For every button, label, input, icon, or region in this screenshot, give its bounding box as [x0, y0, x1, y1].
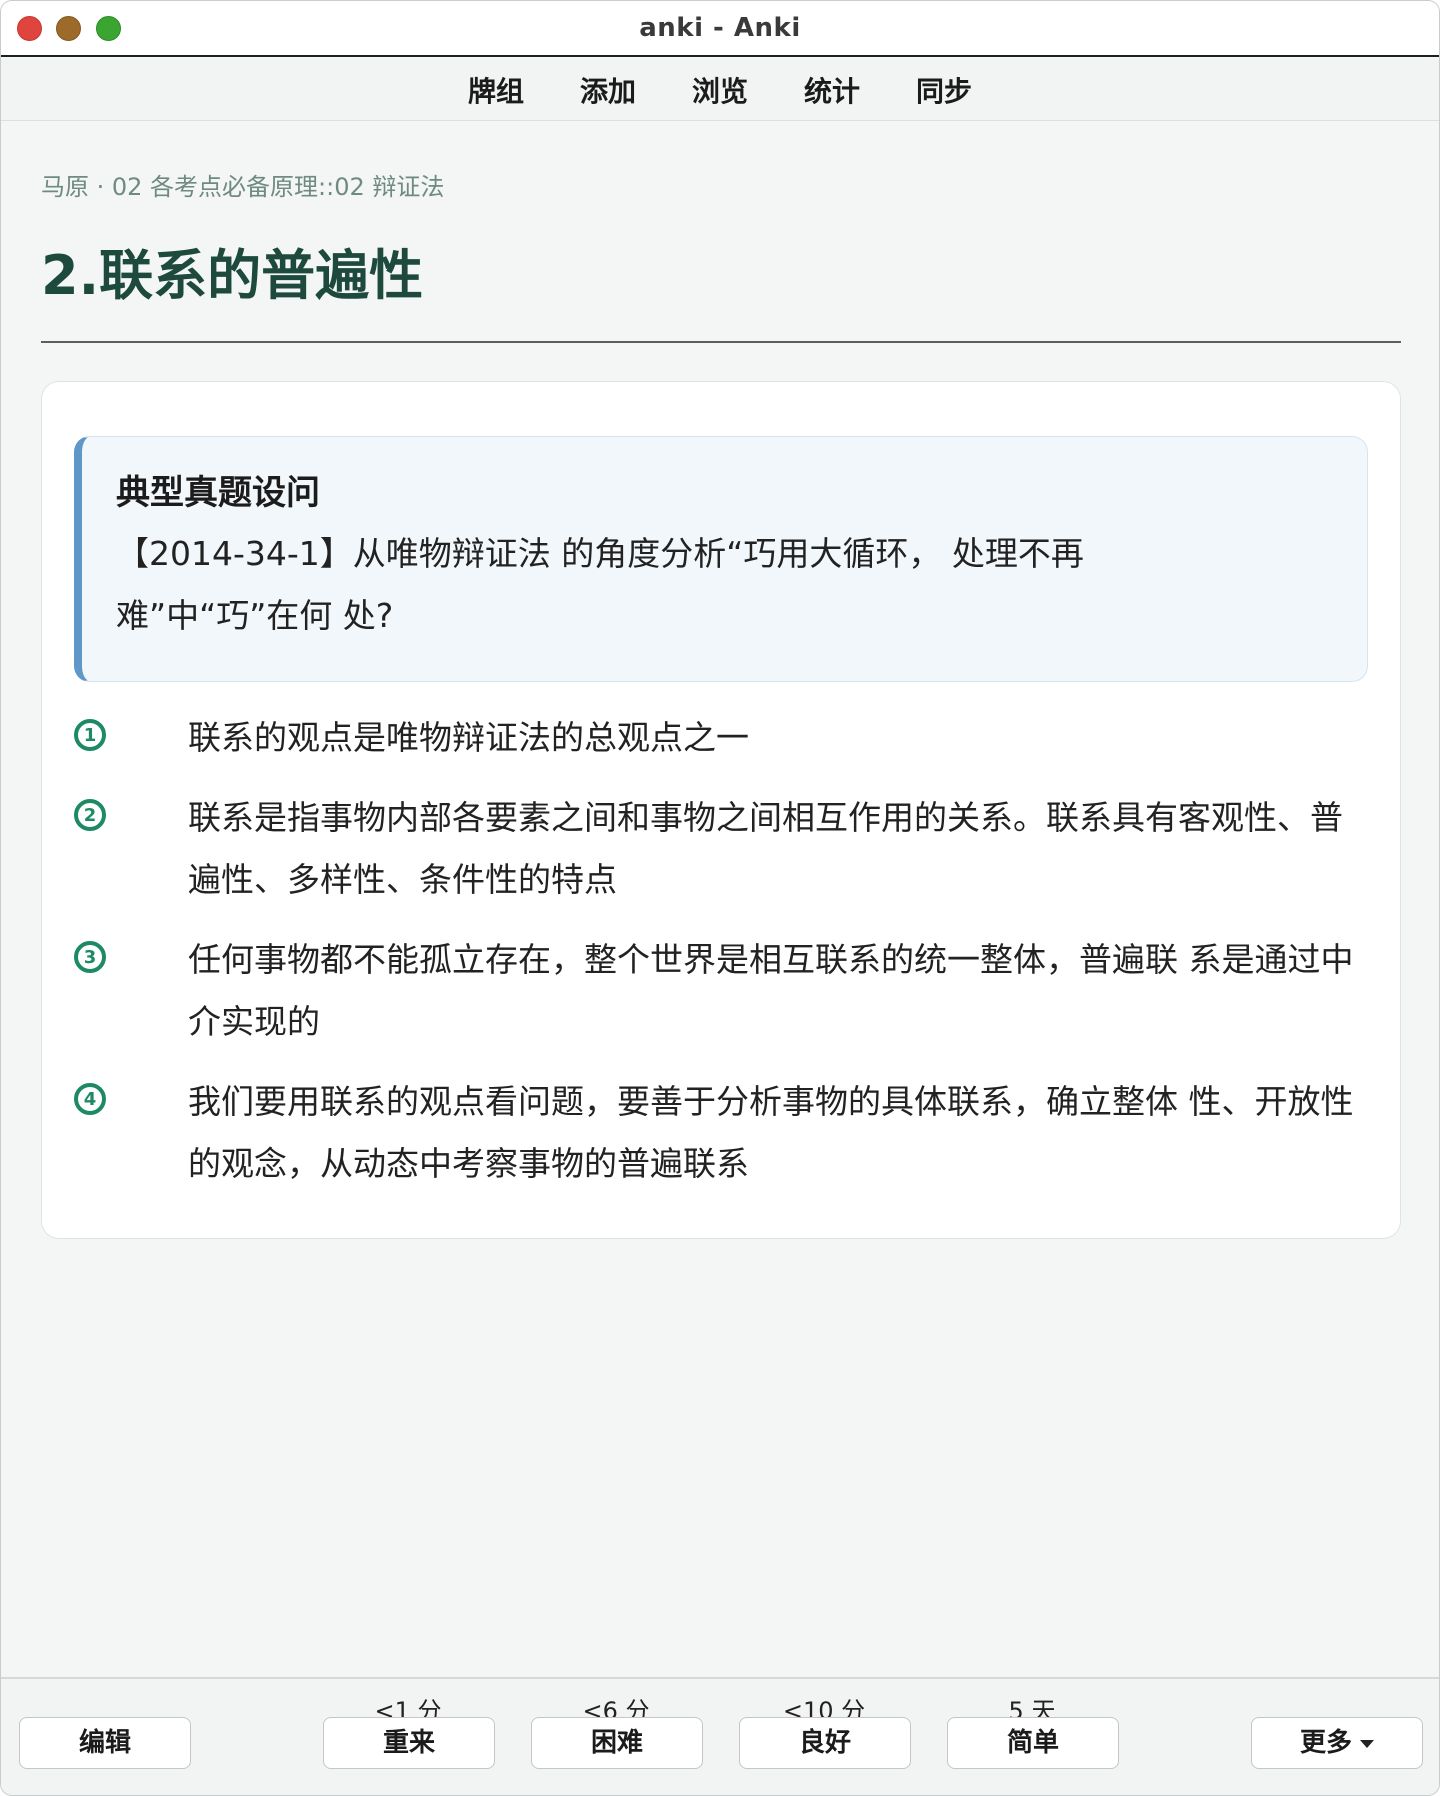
- circled-number-icon: 1: [74, 719, 106, 751]
- window-title: anki - Anki: [639, 13, 801, 43]
- circled-number-icon: 4: [74, 1083, 106, 1115]
- answer-bar: <1 分 <6 分 <10 分 5 天 编辑 重来 困难 良好 简单 更多: [1, 1677, 1439, 1795]
- menu-item-browse[interactable]: 浏览: [664, 70, 776, 110]
- menu-item-stats[interactable]: 统计: [776, 70, 888, 110]
- point-text: 联系的观点是唯物辩证法的总观点之一: [188, 718, 749, 757]
- circled-number-icon: 3: [74, 941, 106, 973]
- point-text: 联系是指事物内部各要素之间和事物之间相互作用的关系。联系具有客观性、普遍性、多样…: [188, 798, 1343, 899]
- more-button[interactable]: 更多: [1251, 1717, 1423, 1769]
- again-button[interactable]: 重来: [323, 1717, 495, 1769]
- question-heading: 典型真题设问: [116, 473, 320, 513]
- good-button[interactable]: 良好: [739, 1717, 911, 1769]
- title-divider: [41, 341, 1401, 343]
- card-content: 典型真题设问 【2014-34-1】从唯物辩证法 的角度分析“巧用大循环， 处理…: [41, 381, 1401, 1239]
- answer-points: 1 联系的观点是唯物辩证法的总观点之一 2 联系是指事物内部各要素之间和事物之间…: [74, 707, 1368, 1213]
- more-button-label: 更多: [1299, 1728, 1352, 1758]
- menu-item-sync[interactable]: 同步: [888, 70, 1000, 110]
- question-text: 【2014-34-1】从唯物辩证法 的角度分析“巧用大循环， 处理不再难”中“巧…: [116, 534, 1084, 635]
- title-bar: anki - Anki: [1, 1, 1439, 57]
- menu-item-add[interactable]: 添加: [552, 70, 664, 110]
- anki-window: anki - Anki 牌组 添加 浏览 统计 同步 马原 · 02 各考点必备…: [0, 0, 1440, 1796]
- list-item: 3 任何事物都不能孤立存在，整个世界是相互联系的统一整体，普遍联 系是通过中介实…: [74, 929, 1368, 1053]
- hard-button[interactable]: 困难: [531, 1717, 703, 1769]
- point-text: 我们要用联系的观点看问题，要善于分析事物的具体联系，确立整体 性、开放性的观念，…: [188, 1082, 1354, 1183]
- deck-breadcrumb: 马原 · 02 各考点必备原理::02 辩证法: [41, 173, 445, 201]
- top-menu: 牌组 添加 浏览 统计 同步: [1, 59, 1439, 121]
- caret-down-icon: [1360, 1739, 1374, 1748]
- point-text: 任何事物都不能孤立存在，整个世界是相互联系的统一整体，普遍联 系是通过中介实现的: [188, 940, 1354, 1041]
- circled-number-icon: 2: [74, 799, 106, 831]
- question-box: 典型真题设问 【2014-34-1】从唯物辩证法 的角度分析“巧用大循环， 处理…: [74, 436, 1368, 682]
- card-title: 2.联系的普遍性: [41, 244, 424, 307]
- list-item: 1 联系的观点是唯物辩证法的总观点之一: [74, 707, 1368, 769]
- edit-button[interactable]: 编辑: [19, 1717, 191, 1769]
- menu-item-decks[interactable]: 牌组: [440, 70, 552, 110]
- list-item: 4 我们要用联系的观点看问题，要善于分析事物的具体联系，确立整体 性、开放性的观…: [74, 1071, 1368, 1195]
- list-item: 2 联系是指事物内部各要素之间和事物之间相互作用的关系。联系具有客观性、普遍性、…: [74, 787, 1368, 911]
- easy-button[interactable]: 简单: [947, 1717, 1119, 1769]
